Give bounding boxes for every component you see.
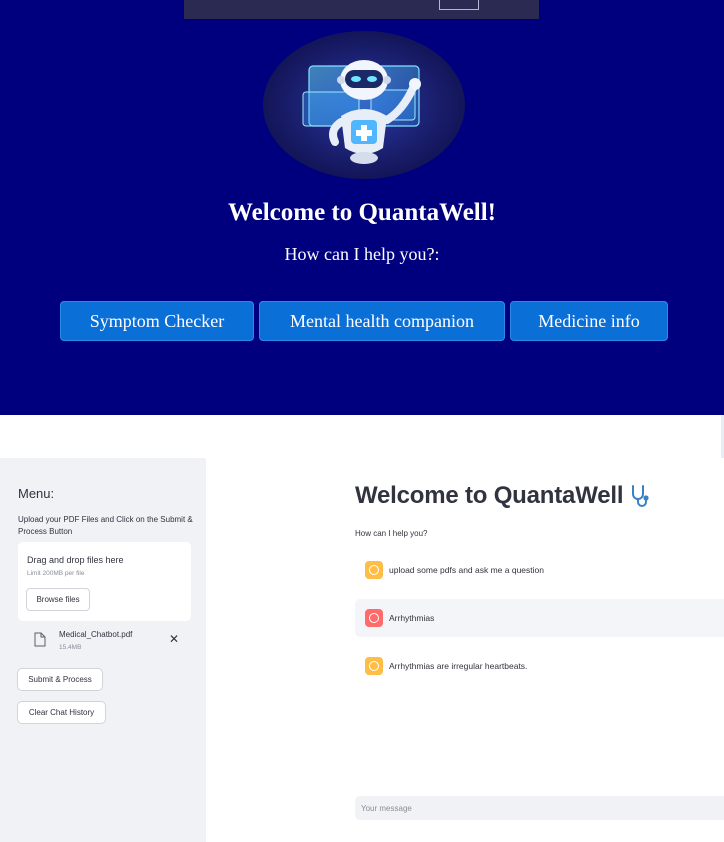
browse-files-button[interactable]: Browse files <box>26 588 90 611</box>
chat-message-assistant: upload some pdfs and ask me a question <box>355 551 724 589</box>
dropzone-limit: Limit 200MB per file <box>27 570 85 577</box>
chat-message-assistant: Arrhythmias are irregular heartbeats. <box>355 647 724 685</box>
robot-illustration <box>263 30 466 180</box>
hero-banner: Welcome to QuantaWell! How can I help yo… <box>0 0 724 415</box>
file-name: Medical_Chatbot.pdf <box>59 630 133 639</box>
stethoscope-icon <box>632 485 649 507</box>
mental-health-companion-button[interactable]: Mental health companion <box>259 301 505 341</box>
chat-title: Welcome to QuantaWell <box>355 482 624 509</box>
uploaded-file: Medical_Chatbot.pdf 15.4MB ✕ <box>18 628 191 660</box>
file-dropzone[interactable]: Drag and drop files here Limit 200MB per… <box>18 542 191 621</box>
message-text: Arrhythmias <box>389 613 435 623</box>
chat-subtitle: How can I help you? <box>355 529 428 538</box>
close-icon[interactable]: ✕ <box>169 632 179 646</box>
sidebar: Menu: Upload your PDF Files and Click on… <box>0 458 206 842</box>
top-toolbar <box>184 0 539 19</box>
chat-main: Welcome to QuantaWell How can I help you… <box>206 458 724 842</box>
message-text: upload some pdfs and ask me a question <box>389 565 544 575</box>
message-text: Arrhythmias are irregular heartbeats. <box>389 661 528 671</box>
dropzone-title: Drag and drop files here <box>27 555 124 565</box>
chat-header: Welcome to QuantaWell <box>355 482 654 510</box>
section-divider <box>0 415 724 458</box>
symptom-checker-button[interactable]: Symptom Checker <box>60 301 254 341</box>
medicine-info-button[interactable]: Medicine info <box>510 301 668 341</box>
file-icon <box>34 632 46 647</box>
menu-title: Menu: <box>18 486 55 501</box>
chat-message-user: Arrhythmias <box>355 599 724 637</box>
submit-process-button[interactable]: Submit & Process <box>17 668 103 691</box>
assistant-avatar-icon <box>365 657 383 675</box>
file-size: 15.4MB <box>59 644 82 651</box>
clear-chat-history-button[interactable]: Clear Chat History <box>17 701 106 724</box>
toolbar-control[interactable] <box>439 0 479 10</box>
chat-message-input[interactable] <box>355 796 724 820</box>
hero-title: Welcome to QuantaWell! <box>227 199 497 226</box>
hero-subtitle: How can I help you?: <box>284 244 440 264</box>
menu-description: Upload your PDF Files and Click on the S… <box>18 515 193 536</box>
assistant-avatar-icon <box>365 561 383 579</box>
user-avatar-icon <box>365 609 383 627</box>
